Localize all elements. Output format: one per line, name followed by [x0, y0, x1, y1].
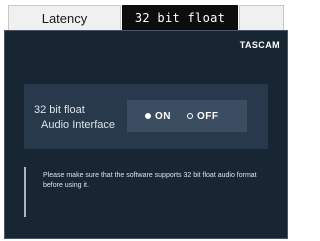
note-text: Please make sure that the software suppo…: [43, 172, 257, 189]
tab-32-bit-float[interactable]: 32 bit float: [122, 5, 238, 31]
audio-interface-setting: 32 bit float Audio Interface ON OFF: [24, 84, 268, 149]
radio-on-label: ON: [155, 110, 171, 122]
tab-blank[interactable]: [239, 5, 284, 31]
radio-on[interactable]: ON: [145, 111, 171, 122]
setting-label: 32 bit float Audio Interface: [34, 103, 134, 133]
tascam-logo: TASCAM: [239, 40, 280, 50]
radio-checked-icon: [145, 113, 151, 119]
radio-off[interactable]: OFF: [187, 111, 219, 122]
tab-latency[interactable]: Latency: [8, 5, 121, 31]
tab-bar: Latency 32 bit float: [0, 0, 292, 31]
settings-panel: TASCAM 32 bit float Audio Interface ON O…: [5, 31, 287, 238]
radio-unchecked-icon: [187, 113, 193, 119]
setting-label-line2: Audio Interface: [41, 119, 115, 131]
on-off-radio-group: ON OFF: [127, 100, 247, 132]
radio-off-label: OFF: [197, 110, 219, 122]
setting-label-line1: 32 bit float: [34, 104, 85, 116]
note-accent-bar: [24, 167, 26, 217]
info-note: Please make sure that the software suppo…: [24, 167, 264, 217]
